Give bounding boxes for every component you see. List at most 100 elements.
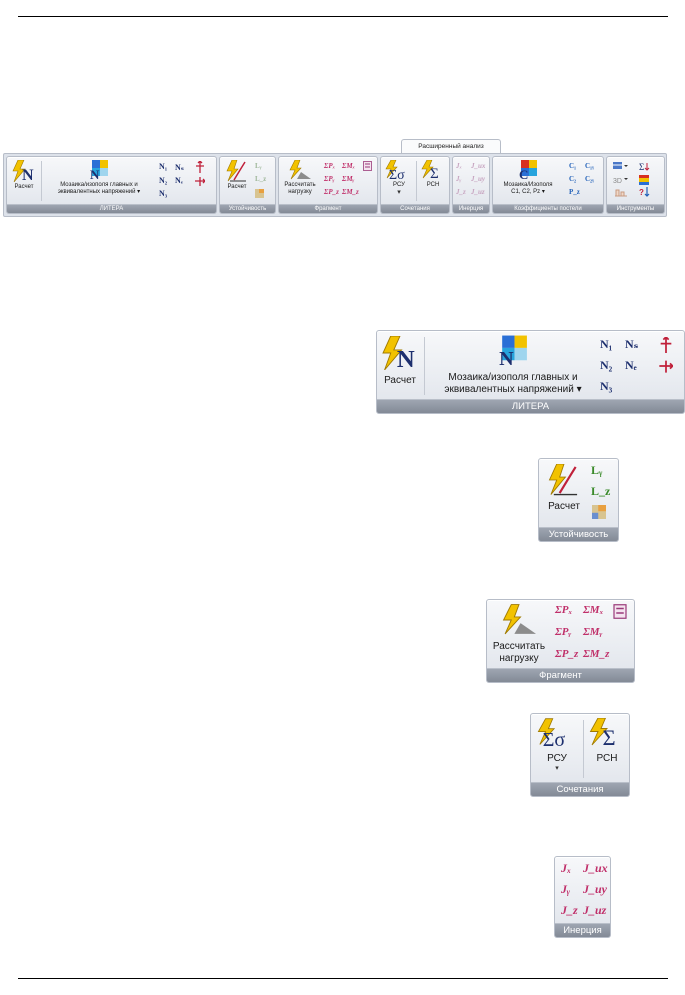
sum-py-button-large[interactable]: ΣPᵧ	[555, 626, 571, 638]
ns-button-large[interactable]: Nₛ	[625, 337, 638, 352]
sum-py-button[interactable]: ΣPᵧ	[324, 175, 334, 183]
diagram-icon[interactable]	[615, 188, 627, 197]
svg-text:3D: 3D	[613, 178, 622, 184]
jux-button[interactable]: J_ux	[471, 162, 485, 170]
jy-button-large[interactable]: Jᵧ	[561, 882, 570, 897]
table-dropdown-icon[interactable]	[613, 162, 629, 170]
fragment-report-icon[interactable]	[613, 604, 627, 619]
n1-button-large[interactable]: N₁	[600, 337, 612, 352]
rsu-button-large[interactable]: Σσ РСУ ▾	[534, 718, 580, 772]
stability-calc-button[interactable]: Расчет	[222, 159, 252, 191]
litera-mosaic-button-large[interactable]: N Мозаика/изополя главных и эквивалентны…	[429, 335, 597, 395]
lz-button[interactable]: L_z	[255, 175, 266, 183]
jx-button[interactable]: Jₓ	[456, 162, 462, 170]
lightning-n-icon: N	[12, 159, 34, 184]
sigma-rsn-icon: Σ	[589, 717, 616, 750]
ribbon-group-fragment: Рассчитать нагрузку ΣPₓ ΣMₓ ΣPᵧ ΣMᵧ ΣP_z…	[278, 156, 378, 214]
svg-text:N: N	[499, 348, 514, 367]
c1-button[interactable]: C₁	[569, 162, 576, 170]
ribbon-group-inertia: Jₓ J_ux Jᵧ J_uy J_z J_uz Инерция	[452, 156, 490, 214]
juz-button[interactable]: J_uz	[471, 188, 485, 196]
svg-text:Σσ: Σσ	[543, 729, 566, 748]
sum-px-button[interactable]: ΣPₓ	[324, 162, 335, 170]
c1y-button[interactable]: C₁ᵧ	[585, 162, 594, 170]
ribbon-group-stability: Расчет Lᵧ L_z Устойчивость	[219, 156, 276, 214]
rsu-button[interactable]: Σσ РСУ ▾	[383, 159, 415, 196]
rsn-button[interactable]: Σ РСН	[418, 159, 448, 189]
mosaic-n-icon: N	[90, 160, 108, 182]
ly-button[interactable]: Lᵧ	[255, 162, 262, 170]
n3-button-large[interactable]: N₃	[600, 379, 612, 394]
stress-axes-icon[interactable]	[195, 161, 205, 173]
lightning-n-icon: N	[382, 335, 415, 373]
lightning-stability-icon	[226, 159, 246, 182]
sum-mz-button-large[interactable]: ΣM_z	[583, 648, 609, 660]
n2-button[interactable]: N₂	[159, 176, 167, 185]
jux-button-large[interactable]: J_ux	[583, 861, 608, 876]
juz-button-large[interactable]: J_uz	[583, 903, 606, 918]
juy-button-large[interactable]: J_uy	[583, 882, 607, 897]
lightning-load-icon	[289, 159, 311, 180]
fragment-panel-large: Рассчитать нагрузку ΣPₓ ΣMₓ ΣPᵧ ΣMᵧ ΣP_z…	[486, 599, 635, 683]
svg-text:Σσ: Σσ	[389, 168, 405, 180]
sum-mx-button[interactable]: ΣMₓ	[342, 162, 355, 170]
sigma-rsn-icon: Σ	[421, 159, 439, 182]
fragment-report-icon[interactable]	[363, 161, 372, 171]
stability-calc-button-large[interactable]: Расчет	[542, 463, 586, 513]
ly-button-large[interactable]: Lᵧ	[591, 463, 602, 478]
mosaic-c-icon: C	[519, 160, 537, 182]
sum-px-button-large[interactable]: ΣPₓ	[555, 604, 572, 616]
ne-button-large[interactable]: Nₑ	[625, 358, 637, 373]
ne-button[interactable]: Nₑ	[175, 176, 183, 185]
n3-button[interactable]: N₃	[159, 189, 167, 198]
stability-mosaic-icon[interactable]	[255, 189, 264, 198]
sigma-rsu-icon: Σσ	[385, 159, 405, 183]
ribbon-group-litera: N Расчет N Мозаика/изополя главных и экв…	[6, 156, 217, 214]
sum-mz-button[interactable]: ΣM_z	[342, 188, 359, 196]
color-scale-icon[interactable]	[639, 175, 649, 185]
litera-calc-button[interactable]: N Расчет	[9, 159, 39, 191]
stress-axes-2-icon[interactable]	[659, 358, 673, 374]
n1-button[interactable]: N₁	[159, 162, 167, 171]
sum-pz-button[interactable]: ΣP_z	[324, 188, 339, 196]
sum-mx-button-large[interactable]: ΣMₓ	[583, 604, 603, 616]
svg-text:Σ: Σ	[603, 725, 616, 748]
jz-button[interactable]: J_z	[456, 188, 466, 196]
lz-button-large[interactable]: L_z	[591, 484, 610, 499]
sort-icon[interactable]: ?	[639, 187, 651, 197]
svg-text:C: C	[519, 167, 528, 180]
sum-my-button-large[interactable]: ΣMᵧ	[583, 626, 602, 638]
stability-mosaic-icon[interactable]	[592, 505, 606, 519]
top-rule	[18, 16, 668, 17]
stress-axes-2-icon[interactable]	[195, 175, 205, 187]
lightning-load-icon	[502, 604, 536, 635]
svg-text:Σ: Σ	[430, 166, 439, 180]
ns-button[interactable]: Nₛ	[175, 162, 184, 172]
c2y-button[interactable]: C₂ᵧ	[585, 175, 594, 183]
litera-panel-large: N Расчет N Мозаика/изополя главных и экв…	[376, 330, 685, 414]
fragment-calc-button[interactable]: Рассчитать нагрузку	[281, 159, 319, 196]
sigma-rsu-icon: Σσ	[537, 718, 566, 751]
svg-text:N: N	[397, 346, 415, 370]
fragment-calc-button-large[interactable]: Рассчитать нагрузку	[489, 604, 549, 664]
sum-pz-button-large[interactable]: ΣP_z	[555, 648, 578, 660]
n2-button-large[interactable]: N₂	[600, 358, 612, 373]
litera-mosaic-button[interactable]: N Мозаика/изополя главных и эквивалентны…	[43, 160, 155, 196]
litera-calc-button-large[interactable]: N Расчет	[380, 335, 420, 387]
rsn-button-large[interactable]: Σ РСН	[586, 717, 628, 765]
stress-axes-icon[interactable]	[659, 337, 673, 353]
tab-advanced-analysis[interactable]: Расширенный анализ	[401, 139, 501, 154]
jx-button-large[interactable]: Jₓ	[561, 861, 571, 876]
sum-tool-icon[interactable]: Σ	[639, 162, 653, 171]
pz-button[interactable]: P_z	[569, 188, 580, 196]
jz-button-large[interactable]: J_z	[561, 903, 578, 918]
3d-dropdown-icon[interactable]: 3D	[613, 175, 629, 184]
sum-my-button[interactable]: ΣMᵧ	[342, 175, 354, 183]
jy-button[interactable]: Jᵧ	[456, 175, 461, 183]
ribbon-group-bedding: C Мозаика/Изополя C1, C2, Pz ▾ C₁ C₁ᵧ C₂…	[492, 156, 604, 214]
svg-text:Σ: Σ	[639, 162, 644, 171]
lightning-stability-icon	[548, 463, 578, 496]
bedding-mosaic-button[interactable]: C Мозаика/Изополя C1, C2, Pz ▾	[497, 160, 559, 196]
c2-button[interactable]: C₂	[569, 175, 576, 183]
juy-button[interactable]: J_uy	[471, 175, 485, 183]
